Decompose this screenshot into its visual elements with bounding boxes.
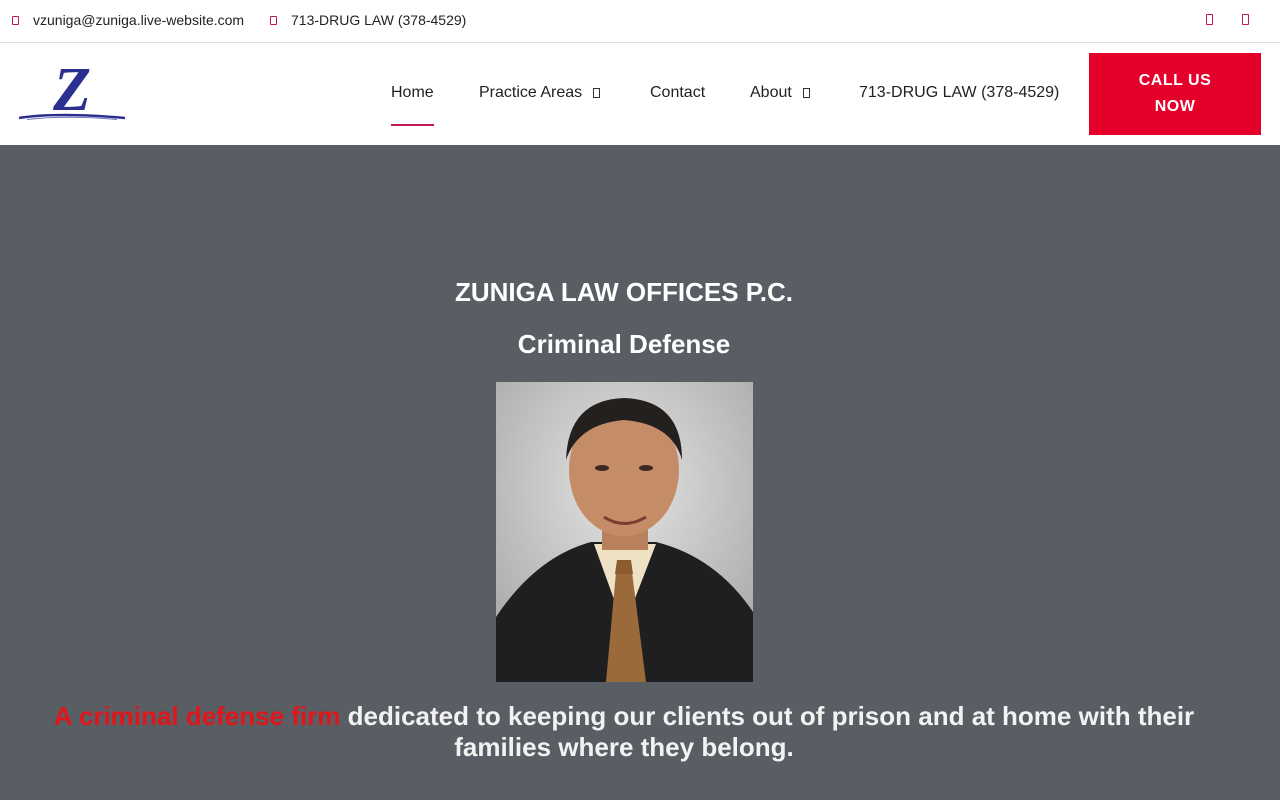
logo-letter: Z [52,60,91,122]
call-us-now-label: CALL US NOW [1138,72,1212,115]
linkedin-icon[interactable] [1242,14,1249,25]
nav-contact[interactable]: Contact [650,84,705,102]
nav-practice-areas-label: Practice Areas [479,84,583,101]
hero-subtitle: Criminal Defense [517,329,731,359]
nav-phone-label: 713-DRUG LAW (378-4529) [859,84,1060,101]
site-header: Z Home Practice Areas Contact About 713-… [0,44,1280,145]
call-us-now-button[interactable]: CALL US NOW [1089,53,1261,135]
nav-home[interactable]: Home [391,84,434,102]
nav-about[interactable]: About [750,84,810,102]
nav-practice-areas[interactable]: Practice Areas [479,84,601,102]
top-bar: vzuniga@zuniga.live-website.com 713-DRUG… [0,0,1280,43]
chevron-down-icon [802,88,810,98]
nav-contact-label: Contact [650,84,706,101]
chevron-down-icon [593,88,601,98]
nav-phone[interactable]: 713-DRUG LAW (378-4529) [859,84,1059,102]
attorney-portrait [496,382,753,682]
facebook-icon[interactable] [1206,14,1213,25]
nav-active-indicator [391,124,434,126]
topbar-email-link[interactable]: vzuniga@zuniga.live-website.com [12,12,244,28]
hero-tagline: A criminal defense firm dedicated to kee… [30,701,1218,763]
nav-home-label: Home [391,84,434,101]
topbar-phone-link[interactable]: 713-DRUG LAW (378-4529) [270,12,466,28]
topbar-email: vzuniga@zuniga.live-website.com [33,12,245,28]
hero-section: ZUNIGA LAW OFFICES P.C. Criminal Defense [0,145,1280,800]
topbar-phone: 713-DRUG LAW (378-4529) [291,12,467,28]
mail-icon [12,15,19,25]
nav-about-label: About [750,84,792,101]
tagline-highlight: A criminal defense firm [53,701,341,731]
phone-icon [270,15,277,25]
hero-title: ZUNIGA LAW OFFICES P.C. [454,277,793,307]
tagline-rest: dedicated to keeping our clients out of … [340,701,1195,762]
logo[interactable]: Z [17,56,127,124]
